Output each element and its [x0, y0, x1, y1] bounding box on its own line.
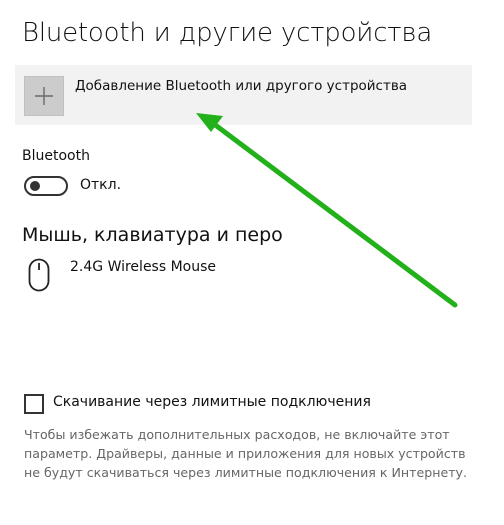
- page-title: Bluetooth и другие устройства: [22, 18, 433, 48]
- metered-download-checkbox[interactable]: [24, 394, 44, 414]
- add-device-label: Добавление Bluetooth или другого устройс…: [75, 78, 408, 94]
- metered-download-label[interactable]: Скачивание через лимитные подключения: [53, 394, 371, 410]
- bluetooth-label: Bluetooth: [22, 148, 90, 164]
- metered-download-option: Скачивание через лимитные подключения: [24, 393, 464, 414]
- plus-icon: [35, 87, 53, 105]
- mouse-icon: [28, 258, 50, 292]
- bluetooth-toggle-state: Откл.: [80, 177, 122, 193]
- toggle-knob: [30, 181, 40, 191]
- add-device-tile: [24, 76, 64, 116]
- device-name: 2.4G Wireless Mouse: [70, 259, 217, 275]
- add-device-button[interactable]: Добавление Bluetooth или другого устройс…: [15, 65, 472, 125]
- metered-description: Чтобы избежать дополнительных расходов, …: [24, 427, 468, 480]
- bluetooth-toggle[interactable]: [24, 176, 68, 196]
- device-item[interactable]: 2.4G Wireless Mouse: [22, 256, 322, 296]
- mouse-keyboard-pen-heading: Мышь, клавиатура и перо: [22, 224, 283, 246]
